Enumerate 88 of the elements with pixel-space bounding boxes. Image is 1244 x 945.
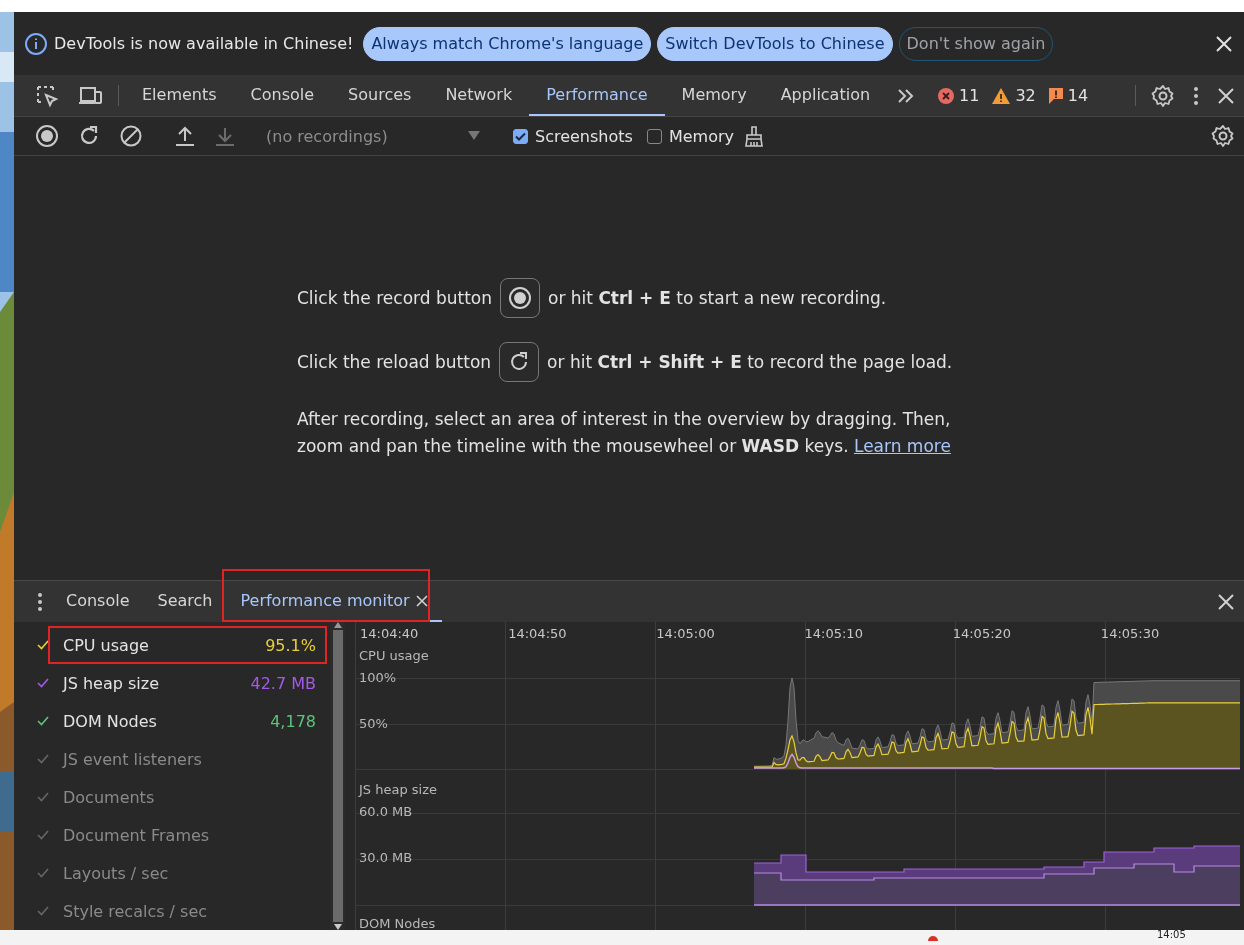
metric-row[interactable]: JS event listeners [14, 740, 330, 778]
metric-label: DOM Nodes [63, 711, 158, 731]
metric-value: 42.7 MB [250, 673, 316, 693]
checkbox-label[interactable]: Memory [668, 126, 734, 146]
instruction-text: Click the record button [297, 288, 492, 308]
axis-label: 30.0 MB [359, 850, 413, 866]
metric-row[interactable]: CPU usage 95.1% [14, 626, 330, 664]
time-label: 14:05:20 [952, 626, 1012, 641]
check-icon[interactable] [37, 678, 49, 688]
info-icon [24, 31, 48, 56]
instruction-text: Click the reload button [297, 352, 492, 372]
axis-label: 60.0 MB [359, 804, 413, 820]
issue-count[interactable]: 14 [1067, 86, 1089, 105]
checkbox[interactable] [646, 128, 662, 144]
check-icon[interactable] [37, 716, 49, 726]
help-paragraph: After recording, select an area of interest in the overview by dragging. Then, zoom and pan the timeline with the mousewheel or WASD keys. Learn more [297, 408, 952, 458]
checkbox-label[interactable]: Screenshots [535, 126, 633, 146]
time-label: 14:05:00 [656, 626, 715, 641]
record-icon [508, 286, 532, 310]
panel-tab[interactable]: Memory [664, 75, 764, 116]
scrollbar[interactable] [330, 622, 345, 930]
recordings-dropdown[interactable]: (no recordings) [258, 121, 486, 151]
checkbox[interactable] [513, 128, 528, 144]
settings-icon[interactable] [1151, 83, 1175, 108]
reload-button[interactable] [499, 342, 540, 382]
check-icon[interactable] [37, 830, 49, 840]
axis-label: 100% [359, 670, 397, 686]
metric-label: Style recalcs / sec [63, 901, 209, 921]
metric-row[interactable]: Layouts / sec [14, 854, 330, 892]
instruction-text: or hit Ctrl + E to start a new recording. [548, 288, 887, 308]
infobar-button[interactable]: Switch DevTools to Chinese [657, 26, 893, 61]
graph-title: CPU usage [359, 648, 429, 664]
drawer-tab[interactable]: Search [143, 581, 227, 622]
check-icon[interactable] [37, 868, 49, 878]
close-icon[interactable] [1217, 592, 1235, 611]
panel-tab[interactable]: Elements [125, 75, 234, 116]
metric-label: Document Frames [63, 825, 211, 845]
metric-label: CPU usage [63, 635, 150, 655]
infobar-message: DevTools is now available in Chinese! [54, 34, 354, 53]
metric-value: 4,178 [270, 711, 316, 731]
close-icon[interactable] [1214, 33, 1234, 54]
record-icon[interactable] [35, 124, 59, 148]
warning-count[interactable]: 32 [1015, 86, 1036, 105]
metric-label: JS heap size [63, 673, 160, 693]
time-label: 14:05:30 [1100, 626, 1160, 641]
metric-row[interactable]: DOM Nodes 4,178 [14, 702, 330, 740]
inspect-icon[interactable] [35, 83, 59, 108]
metric-value: 95.1% [265, 635, 316, 655]
instruction-text: or hit Ctrl + Shift + E to record the page load. [547, 352, 953, 372]
clear-icon[interactable] [119, 124, 143, 148]
settings-icon[interactable] [1211, 124, 1235, 148]
check-icon[interactable] [37, 754, 49, 764]
error-count[interactable]: 11 [959, 86, 980, 105]
panel-tab[interactable]: Console [233, 75, 332, 116]
panel-tab[interactable]: Network [428, 75, 530, 116]
drawer-tab[interactable]: Console [52, 581, 144, 622]
graph-title: JS heap size [359, 782, 437, 798]
error-icon [937, 86, 956, 105]
issue-icon [1047, 86, 1064, 105]
clock-time: 14:05 [1157, 930, 1186, 940]
time-label: 14:04:40 [360, 626, 419, 641]
metric-label: Documents [63, 787, 156, 807]
time-label: 14:05:10 [804, 626, 863, 641]
metric-row[interactable]: JS heap size 42.7 MB [14, 664, 330, 702]
metric-row[interactable]: Document Frames [14, 816, 330, 854]
close-icon[interactable] [1217, 86, 1235, 105]
more-options-icon[interactable] [37, 591, 43, 612]
time-label: 14:04:50 [508, 626, 567, 641]
learn-more-link[interactable]: Learn more [853, 436, 951, 456]
record-button[interactable] [500, 278, 540, 318]
panel-tab[interactable]: Sources [331, 75, 429, 116]
check-icon[interactable] [37, 792, 49, 802]
broom-icon[interactable] [742, 125, 765, 147]
warning-icon [991, 86, 1012, 105]
graph-title: DOM Nodes [359, 916, 436, 930]
metric-label: JS event listeners [63, 749, 203, 769]
metric-label: Layouts / sec [63, 863, 170, 883]
more-options-icon[interactable] [1193, 85, 1199, 106]
upload-icon[interactable] [174, 125, 196, 147]
panel-tab[interactable]: Application [763, 75, 888, 116]
download-icon[interactable] [214, 125, 236, 147]
metric-row[interactable]: Documents [14, 778, 330, 816]
close-icon[interactable] [415, 594, 428, 607]
metric-row[interactable]: Style recalcs / sec [14, 892, 330, 930]
axis-label: 50% [359, 716, 388, 732]
infobar-button[interactable]: Always match Chrome's language [363, 26, 652, 61]
check-icon[interactable] [37, 906, 49, 916]
dropdown-caret-icon[interactable] [468, 131, 480, 141]
